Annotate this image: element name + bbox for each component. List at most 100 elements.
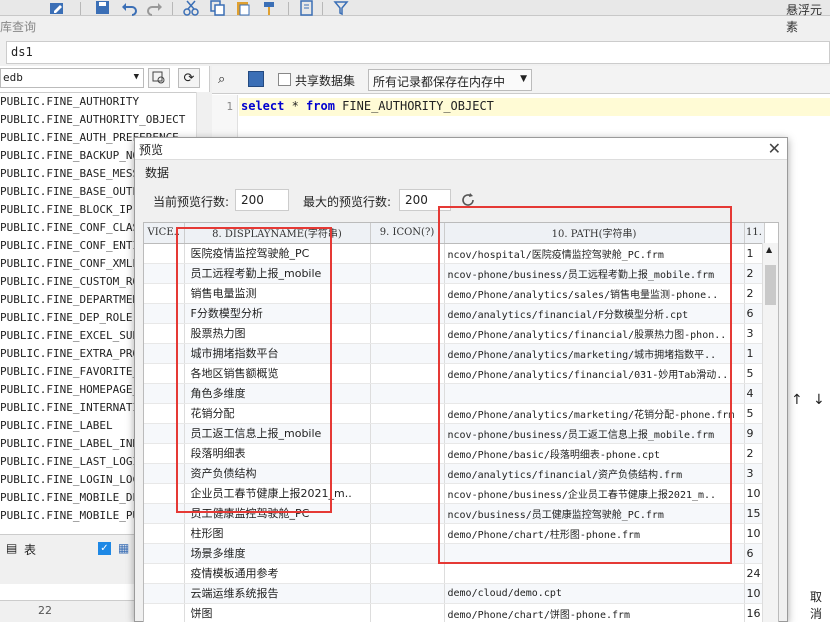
displayname-cell[interactable]: 员工健康监控驾驶舱_PC	[184, 503, 371, 524]
path-cell[interactable]: demo/analytics/financial/F分数模型分析.cpt	[444, 303, 745, 324]
table-row[interactable]: 员工健康监控驾驶舱_PC ncov/business/员工健康监控驾驶舱_PC.f…	[144, 503, 765, 524]
copy-icon[interactable]	[208, 0, 226, 16]
path-cell[interactable]: demo/Phone/basic/段落明细表-phone.cpt	[444, 443, 745, 464]
column-header[interactable]: 9. ICON(?)	[370, 223, 445, 244]
table-row[interactable]: 资产负债结构 demo/analytics/financial/资产负债结构.fr…	[144, 463, 765, 484]
index-cell[interactable]: 3	[744, 463, 765, 484]
icon-cell[interactable]	[370, 303, 445, 324]
icon-cell[interactable]	[370, 403, 445, 424]
device-cell[interactable]	[144, 263, 185, 284]
path-cell[interactable]	[444, 543, 745, 564]
index-cell[interactable]: 2	[744, 443, 765, 464]
path-cell[interactable]: ncov/hospital/医院疫情监控驾驶舱_PC.frm	[444, 243, 745, 264]
displayname-cell[interactable]: 花销分配	[184, 403, 371, 424]
current-rows-field[interactable]: 200	[235, 189, 289, 211]
displayname-cell[interactable]: 疫情模板通用参考	[184, 563, 371, 584]
table-row[interactable]: 企业员工春节健康上报2021_m.. ncov-phone/business/企业…	[144, 483, 765, 504]
scroll-thumb[interactable]	[765, 265, 776, 305]
icon-cell[interactable]	[370, 503, 445, 524]
paste-icon[interactable]	[234, 0, 252, 16]
icon-cell[interactable]	[370, 563, 445, 584]
icon-cell[interactable]	[370, 603, 445, 622]
device-cell[interactable]	[144, 383, 185, 404]
path-cell[interactable]: demo/Phone/analytics/financial/031-妙用Tab…	[444, 363, 745, 384]
float-element-label[interactable]: 悬浮元素	[786, 1, 830, 35]
table-row[interactable]: 段落明细表 demo/Phone/basic/段落明细表-phone.cpt 2	[144, 443, 765, 464]
icon-cell[interactable]	[370, 483, 445, 504]
displayname-cell[interactable]: 员工返工信息上报_mobile	[184, 423, 371, 444]
table-row[interactable]: 角色多维度 4	[144, 383, 765, 404]
icon-cell[interactable]	[370, 463, 445, 484]
path-cell[interactable]	[444, 383, 745, 404]
refresh-tables-button[interactable]: ⟳	[178, 68, 200, 88]
displayname-cell[interactable]: 企业员工春节健康上报2021_m..	[184, 483, 371, 504]
device-cell[interactable]	[144, 523, 185, 544]
displayname-cell[interactable]: 柱形图	[184, 523, 371, 544]
device-cell[interactable]	[144, 323, 185, 344]
index-cell[interactable]: 6	[744, 543, 765, 564]
index-cell[interactable]: 15	[744, 503, 765, 524]
memory-mode-select[interactable]: 所有记录都保存在内存中 ▼	[368, 69, 532, 91]
index-cell[interactable]: 4	[744, 383, 765, 404]
index-cell[interactable]: 9	[744, 423, 765, 444]
path-cell[interactable]: demo/cloud/demo.cpt	[444, 583, 745, 604]
path-cell[interactable]: demo/Phone/analytics/marketing/花销分配-phon…	[444, 403, 745, 424]
preview-icon[interactable]: ⌕	[218, 72, 225, 87]
device-cell[interactable]	[144, 343, 185, 364]
table-row[interactable]: 医院疫情监控驾驶舱_PC ncov/hospital/医院疫情监控驾驶舱_PC.f…	[144, 243, 765, 264]
index-cell[interactable]: 16	[744, 603, 765, 622]
move-down-icon[interactable]: ↓	[813, 392, 825, 408]
device-cell[interactable]	[144, 303, 185, 324]
displayname-cell[interactable]: 各地区销售额概览	[184, 363, 371, 384]
table-row[interactable]: 销售电量监测 demo/Phone/analytics/sales/销售电量监测-…	[144, 283, 765, 304]
path-cell[interactable]: demo/Phone/analytics/marketing/城市拥堵指数平..	[444, 343, 745, 364]
filter-icon[interactable]	[332, 0, 350, 16]
device-cell[interactable]	[144, 563, 185, 584]
cancel-button[interactable]: 取消	[810, 588, 830, 621]
displayname-cell[interactable]: 云端运维系统报告	[184, 583, 371, 604]
device-cell[interactable]	[144, 423, 185, 444]
table-row[interactable]: 员工远程考勤上报_mobile ncov-phone/business/员工远程考…	[144, 263, 765, 284]
table-row[interactable]: 股票热力图 demo/Phone/analytics/financial/股票热力…	[144, 323, 765, 344]
undo-icon[interactable]	[120, 0, 138, 16]
path-cell[interactable]: demo/Phone/analytics/financial/股票热力图-pho…	[444, 323, 745, 344]
path-cell[interactable]: ncov-phone/business/员工远程考勤上报_mobile.frm	[444, 263, 745, 284]
icon-cell[interactable]	[370, 243, 445, 264]
database-select[interactable]: edb ▼	[0, 68, 144, 88]
device-cell[interactable]	[144, 283, 185, 304]
index-cell[interactable]: 10	[744, 523, 765, 544]
table-row[interactable]: 疫情模板通用参考 24	[144, 563, 765, 584]
table-row[interactable]: 场景多维度 6	[144, 543, 765, 564]
show-view-checkbox[interactable]: ✓	[98, 542, 111, 555]
datasource-name-input[interactable]: ds1	[6, 41, 830, 64]
path-cell[interactable]: ncov-phone/business/企业员工春节健康上报2021_m..	[444, 483, 745, 504]
index-cell[interactable]: 2	[744, 263, 765, 284]
device-cell[interactable]	[144, 403, 185, 424]
icon-cell[interactable]	[370, 583, 445, 604]
table-row[interactable]: F分数模型分析 demo/analytics/financial/F分数模型分析.…	[144, 303, 765, 324]
index-cell[interactable]: 5	[744, 403, 765, 424]
index-cell[interactable]: 3	[744, 323, 765, 344]
sql-icon[interactable]	[248, 71, 264, 87]
path-cell[interactable]: demo/Phone/analytics/sales/销售电量监测-phone.…	[444, 283, 745, 304]
device-cell[interactable]	[144, 483, 185, 504]
icon-cell[interactable]	[370, 383, 445, 404]
device-cell[interactable]	[144, 443, 185, 464]
icon-cell[interactable]	[370, 363, 445, 384]
displayname-cell[interactable]: 销售电量监测	[184, 283, 371, 304]
displayname-cell[interactable]: 员工远程考勤上报_mobile	[184, 263, 371, 284]
device-cell[interactable]	[144, 583, 185, 604]
index-cell[interactable]: 1	[744, 243, 765, 264]
device-cell[interactable]	[144, 463, 185, 484]
table-row[interactable]: 柱形图 demo/Phone/chart/柱形图-phone.frm 10	[144, 523, 765, 544]
icon-cell[interactable]	[370, 423, 445, 444]
displayname-cell[interactable]: F分数模型分析	[184, 303, 371, 324]
path-cell[interactable]: demo/Phone/chart/柱形图-phone.frm	[444, 523, 745, 544]
close-icon[interactable]: ✕	[768, 139, 781, 158]
displayname-cell[interactable]: 资产负债结构	[184, 463, 371, 484]
displayname-cell[interactable]: 段落明细表	[184, 443, 371, 464]
device-cell[interactable]	[144, 503, 185, 524]
max-rows-field[interactable]: 200	[399, 189, 451, 211]
insert-icon[interactable]	[298, 0, 316, 16]
icon-cell[interactable]	[370, 263, 445, 284]
